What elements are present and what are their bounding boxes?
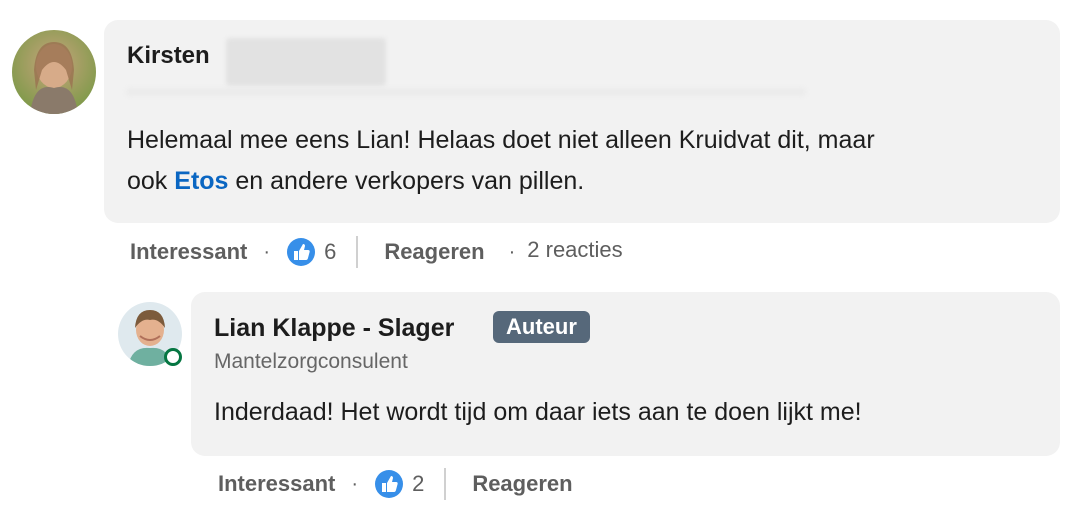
separator-dot: · [351, 472, 359, 495]
like-button[interactable]: Interessant [218, 471, 335, 497]
commenter-avatar[interactable] [12, 30, 96, 114]
separator-dot: · [263, 240, 271, 263]
author-badge: Auteur [493, 311, 590, 343]
action-divider [356, 236, 359, 268]
comment-line-1: Helemaal mee eens Lian! Helaas doet niet… [127, 126, 875, 154]
reply-bubble: Lian Klappe - Slager Auteur Mantelzorgco… [191, 292, 1060, 456]
comment-actions: Interessant · 6 Reageren · 2 reacties [130, 235, 623, 269]
reply-author-headline: Mantelzorgconsulent [214, 350, 408, 373]
replies-link[interactable]: 2 reacties [527, 237, 622, 263]
comment-line-2-prefix: ook [127, 167, 175, 195]
reply-body: Inderdaad! Het wordt tijd om daar iets a… [214, 398, 862, 426]
online-status-icon [164, 348, 182, 366]
comment-bubble: Kirsten Helemaal mee eens Lian! Helaas d… [104, 20, 1060, 223]
redacted-surname [226, 38, 386, 86]
reaction-count[interactable]: 6 [324, 239, 336, 265]
comment-line-2-suffix: en andere verkopers van pillen. [228, 167, 585, 195]
action-divider [444, 468, 447, 500]
etos-link[interactable]: Etos [174, 167, 228, 195]
separator-dot: · [508, 240, 516, 263]
reply-button[interactable]: Reageren [384, 239, 484, 265]
thumbs-up-icon[interactable] [374, 469, 404, 499]
reply-author-name[interactable]: Lian Klappe - Slager [214, 314, 454, 343]
like-button[interactable]: Interessant [130, 239, 247, 265]
commenter-name[interactable]: Kirsten [127, 42, 210, 70]
redacted-headline [126, 88, 806, 96]
reply-button[interactable]: Reageren [472, 471, 572, 497]
thumbs-up-icon[interactable] [286, 237, 316, 267]
commenter-photo [12, 30, 96, 114]
reaction-count[interactable]: 2 [412, 471, 424, 497]
reply-actions: Interessant · 2 Reageren [218, 467, 573, 501]
comment-body: Helemaal mee eens Lian! Helaas doet niet… [127, 120, 1027, 202]
comment-line-2: ook Etos en andere verkopers van pillen. [127, 161, 1027, 202]
